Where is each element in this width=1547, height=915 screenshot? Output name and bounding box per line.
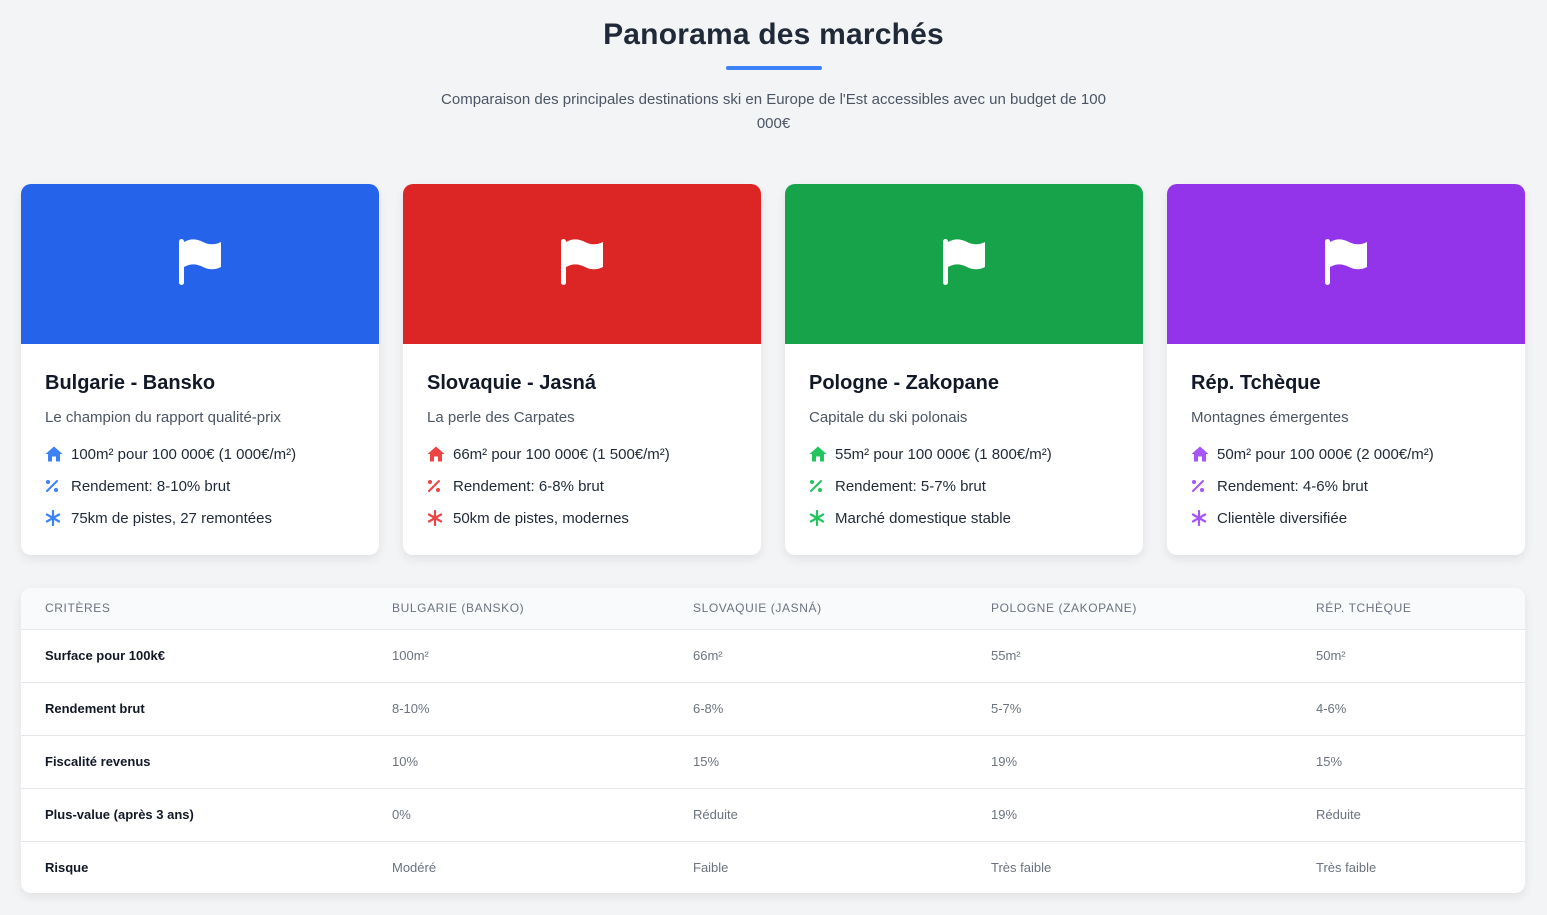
table-cell: 19% xyxy=(991,754,1018,769)
percent-icon xyxy=(427,479,449,493)
table-header-row: Critères Bulgarie (Bansko) Slovaquie (Ja… xyxy=(21,588,1525,629)
market-card-bulgaria[interactable]: Bulgarie - Bansko Le champion du rapport… xyxy=(21,184,379,555)
market-cards: Bulgarie - Bansko Le champion du rapport… xyxy=(21,184,1525,555)
snowflake-icon xyxy=(427,510,449,526)
column-header: Rép. Tchèque xyxy=(1316,601,1412,616)
table-cell: Faible xyxy=(693,860,729,876)
table-cell: 6-8% xyxy=(693,701,724,716)
feature-ski: Clientèle diversifiée xyxy=(1191,508,1501,528)
card-subtitle: Montagnes émergentes xyxy=(1191,409,1349,426)
column-header: Pologne (Zakopane) xyxy=(991,601,1137,616)
feature-ski: 75km de pistes, 27 remontées xyxy=(45,508,355,528)
card-banner xyxy=(21,184,379,344)
feature-text: 66m² pour 100 000€ (1 500€/m²) xyxy=(453,445,670,463)
table-cell: 100m² xyxy=(392,648,429,663)
table-row: Rendement brut 8-10% 6-8% 5-7% 4-6% xyxy=(21,682,1525,735)
feature-text: 100m² pour 100 000€ (1 000€/m²) xyxy=(71,445,297,463)
table-cell: 55m² xyxy=(991,648,1021,663)
flag-icon xyxy=(1323,237,1369,292)
feature-text: Clientèle diversifiée xyxy=(1217,509,1348,527)
feature-text: 55m² pour 100 000€ (1 800€/m²) xyxy=(835,445,1052,463)
feature-surface: 66m² pour 100 000€ (1 500€/m²) xyxy=(427,444,737,464)
card-subtitle: La perle des Carpates xyxy=(427,409,575,426)
feature-surface: 50m² pour 100 000€ (2 000€/m²) xyxy=(1191,444,1501,464)
criteria-cell: Rendement brut xyxy=(45,701,145,716)
market-card-czech[interactable]: Rép. Tchèque Montagnes émergentes 50m² p… xyxy=(1167,184,1525,555)
snowflake-icon xyxy=(1191,510,1213,526)
percent-icon xyxy=(45,479,67,493)
feature-text: Rendement: 4-6% brut xyxy=(1217,477,1368,495)
percent-icon xyxy=(809,479,831,493)
criteria-cell: Fiscalité revenus xyxy=(45,754,151,769)
home-icon xyxy=(1191,446,1213,462)
feature-text: Rendement: 6-8% brut xyxy=(453,477,604,495)
column-header: Critères xyxy=(45,601,111,616)
criteria-cell: Risque xyxy=(45,860,89,876)
table-cell: 5-7% xyxy=(991,701,1022,716)
table-cell: Réduite xyxy=(693,807,738,822)
card-banner xyxy=(785,184,1143,344)
table-row: Surface pour 100k€ 100m² 66m² 55m² 50m² xyxy=(21,629,1525,682)
page: Panorama des marchés Comparaison des pri… xyxy=(0,0,1547,915)
feature-text: Rendement: 8-10% brut xyxy=(71,477,231,495)
card-title: Pologne - Zakopane xyxy=(809,372,1000,394)
table-cell: Modéré xyxy=(392,860,437,876)
card-banner xyxy=(403,184,761,344)
feature-text: 75km de pistes, 27 remontées xyxy=(71,509,272,527)
table-cell: 66m² xyxy=(693,648,723,663)
market-card-slovakia[interactable]: Slovaquie - Jasná La perle des Carpates … xyxy=(403,184,761,555)
card-title: Rép. Tchèque xyxy=(1191,372,1321,394)
feature-surface: 100m² pour 100 000€ (1 000€/m²) xyxy=(45,444,355,464)
table-cell: Très faible xyxy=(991,860,1052,876)
table-cell: 15% xyxy=(1316,754,1343,769)
feature-yield: Rendement: 6-8% brut xyxy=(427,476,737,496)
feature-text: 50km de pistes, modernes xyxy=(453,509,629,527)
table-cell: 15% xyxy=(693,754,720,769)
title-underline xyxy=(725,66,822,70)
table-cell: 8-10% xyxy=(392,701,430,716)
table-cell: Très faible xyxy=(1316,860,1377,876)
flag-icon xyxy=(177,237,223,292)
table-cell: 10% xyxy=(392,754,419,769)
comparison-table: Critères Bulgarie (Bansko) Slovaquie (Ja… xyxy=(21,588,1525,893)
feature-yield: Rendement: 5-7% brut xyxy=(809,476,1119,496)
home-icon xyxy=(427,446,449,462)
feature-yield: Rendement: 8-10% brut xyxy=(45,476,355,496)
table-cell: 4-6% xyxy=(1316,701,1347,716)
home-icon xyxy=(809,446,831,462)
criteria-cell: Plus-value (après 3 ans) xyxy=(45,807,194,822)
card-title: Bulgarie - Bansko xyxy=(45,372,216,394)
table-cell: 50m² xyxy=(1316,648,1346,663)
table-cell: 0% xyxy=(392,807,411,822)
feature-yield: Rendement: 4-6% brut xyxy=(1191,476,1501,496)
card-banner xyxy=(1167,184,1525,344)
page-subtitle: Comparaison des principales destinations… xyxy=(441,91,1106,132)
card-subtitle: Capitale du ski polonais xyxy=(809,409,968,426)
criteria-cell: Surface pour 100k€ xyxy=(45,648,165,663)
feature-surface: 55m² pour 100 000€ (1 800€/m²) xyxy=(809,444,1119,464)
snowflake-icon xyxy=(45,510,67,526)
card-title: Slovaquie - Jasná xyxy=(427,372,596,394)
feature-text: Marché domestique stable xyxy=(835,509,1011,527)
market-card-poland[interactable]: Pologne - Zakopane Capitale du ski polon… xyxy=(785,184,1143,555)
home-icon xyxy=(45,446,67,462)
table-cell: Réduite xyxy=(1316,807,1361,822)
header: Panorama des marchés Comparaison des pri… xyxy=(0,0,1547,136)
column-header: Slovaquie (Jasná) xyxy=(693,601,822,616)
table-row: Fiscalité revenus 10% 15% 19% 15% xyxy=(21,735,1525,788)
flag-icon xyxy=(559,237,605,292)
table-row: Risque Modéré Faible Très faible Très fa… xyxy=(21,841,1525,893)
page-title: Panorama des marchés xyxy=(603,18,944,51)
feature-ski: 50km de pistes, modernes xyxy=(427,508,737,528)
table-cell: 19% xyxy=(991,807,1018,822)
column-header: Bulgarie (Bansko) xyxy=(392,601,525,616)
feature-text: 50m² pour 100 000€ (2 000€/m²) xyxy=(1217,445,1434,463)
percent-icon xyxy=(1191,479,1213,493)
snowflake-icon xyxy=(809,510,831,526)
card-subtitle: Le champion du rapport qualité-prix xyxy=(45,409,281,426)
feature-ski: Marché domestique stable xyxy=(809,508,1119,528)
feature-text: Rendement: 5-7% brut xyxy=(835,477,986,495)
flag-icon xyxy=(941,237,987,292)
table-row: Plus-value (après 3 ans) 0% Réduite 19% … xyxy=(21,788,1525,841)
